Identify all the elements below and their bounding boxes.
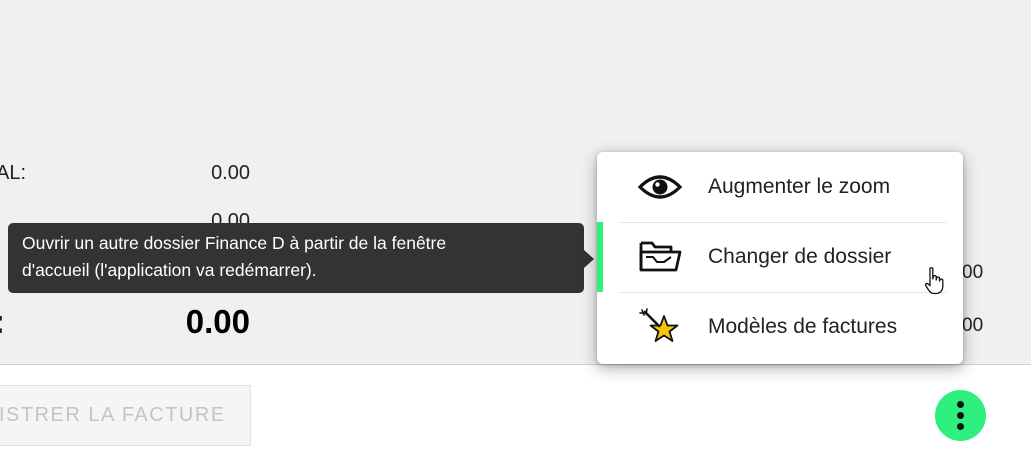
total-value: 0.00 xyxy=(211,162,250,184)
active-indicator xyxy=(597,222,603,292)
more-vertical-icon xyxy=(957,423,964,430)
open-folder-icon xyxy=(637,237,683,277)
menu-item-invoice-templates[interactable]: Modèles de factures xyxy=(597,292,963,362)
menu-item-label: Augmenter le zoom xyxy=(708,175,891,198)
right-column-value: 00 xyxy=(962,315,984,336)
total-label: AL: xyxy=(0,162,27,184)
menu-item-label: Modèles de factures xyxy=(708,315,898,338)
tooltip: Ouvrir un autre dossier Finance D à part… xyxy=(8,223,584,293)
star-wand-icon xyxy=(637,307,683,347)
grand-total-value: 0.00 xyxy=(185,303,250,340)
hand-pointer-icon xyxy=(924,266,946,296)
grand-total-label: : xyxy=(0,303,5,341)
more-options-button[interactable] xyxy=(935,390,986,441)
tooltip-text-line: Ouvrir un autre dossier Finance D à part… xyxy=(22,233,447,253)
right-column-value: 00 xyxy=(962,262,984,283)
menu-item-label: Changer de dossier xyxy=(708,245,892,268)
options-menu: Augmenter le zoom Changer de dossier Mod… xyxy=(597,152,963,364)
menu-item-change-folder[interactable]: Changer de dossier xyxy=(597,222,963,292)
tooltip-arrow xyxy=(584,250,594,268)
eye-icon xyxy=(637,167,683,207)
more-vertical-icon xyxy=(957,412,964,419)
save-invoice-button[interactable]: ISTRER LA FACTURE xyxy=(0,385,251,446)
tooltip-text-line: d'accueil (l'application va redémarrer). xyxy=(22,260,317,280)
more-vertical-icon xyxy=(957,401,964,408)
save-invoice-button-label: ISTRER LA FACTURE xyxy=(0,404,226,426)
menu-item-zoom[interactable]: Augmenter le zoom xyxy=(597,152,963,222)
